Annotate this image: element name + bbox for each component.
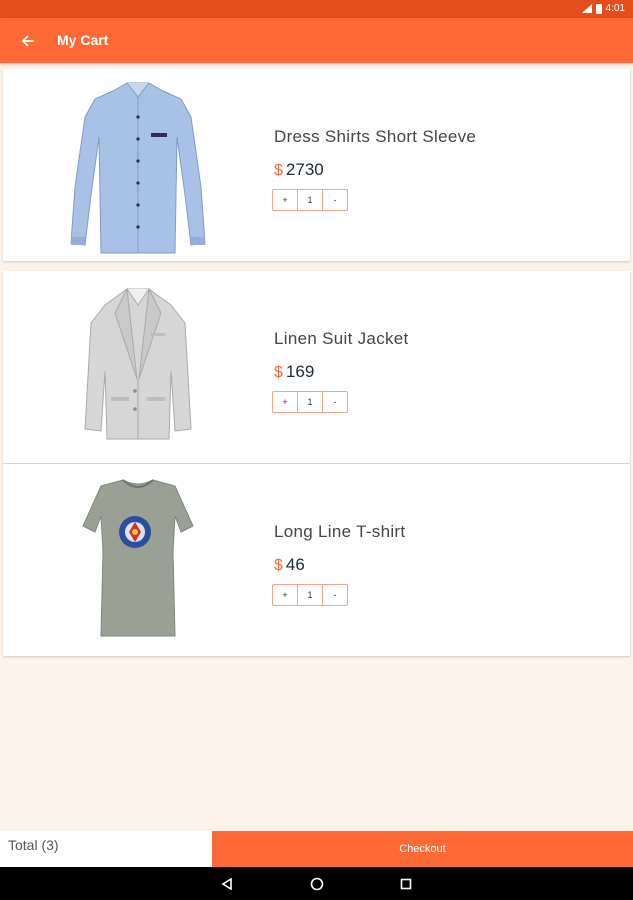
product-price: $169	[274, 362, 314, 382]
product-price: $2730	[274, 160, 324, 180]
currency-symbol: $	[274, 557, 283, 574]
page-title: My Cart	[57, 32, 109, 48]
status-icons: 4:01	[581, 3, 625, 14]
blue-dress-shirt-image	[53, 77, 223, 255]
back-button[interactable]	[16, 29, 40, 53]
battery-icon	[595, 3, 602, 14]
decrease-quantity-button[interactable]: -	[323, 392, 347, 412]
quantity-field[interactable]: 1	[297, 392, 323, 412]
cart-item-long-line-tshirt[interactable]: Long Line T-shirt $46 + 1 -	[3, 464, 630, 656]
product-price: $46	[274, 555, 305, 575]
grey-suit-jacket-image	[53, 279, 223, 457]
price-value: 46	[285, 555, 305, 574]
grey-tshirt-image	[53, 472, 223, 650]
status-bar: 4:01	[0, 0, 633, 18]
clock: 4:01	[605, 3, 625, 14]
nav-home-button[interactable]	[308, 875, 326, 893]
quantity-stepper: + 1 -	[272, 584, 348, 606]
cart-item-linen-suit-jacket[interactable]: Linen Suit Jacket $169 + 1 -	[3, 271, 630, 463]
price-value: 2730	[285, 160, 324, 179]
currency-symbol: $	[274, 162, 283, 179]
system-navigation-bar	[0, 867, 633, 900]
quantity-stepper: + 1 -	[272, 189, 348, 211]
decrease-quantity-button[interactable]: -	[323, 585, 347, 605]
triangle-back-icon	[221, 878, 232, 890]
increase-quantity-button[interactable]: +	[273, 585, 297, 605]
checkout-button[interactable]: Checkout	[212, 831, 633, 867]
increase-quantity-button[interactable]: +	[273, 190, 297, 210]
increase-quantity-button[interactable]: +	[273, 392, 297, 412]
quantity-field[interactable]: 1	[297, 190, 323, 210]
square-recents-icon	[400, 878, 412, 890]
app-bar: My Cart	[0, 18, 633, 63]
product-name: Dress Shirts Short Sleeve	[274, 127, 477, 146]
quantity-field[interactable]: 1	[297, 585, 323, 605]
nav-recents-button[interactable]	[397, 875, 415, 893]
cart-footer: Total (3) Checkout	[0, 831, 633, 867]
price-value: 169	[285, 362, 315, 381]
decrease-quantity-button[interactable]: -	[323, 190, 347, 210]
signal-icon	[581, 4, 592, 13]
nav-back-button[interactable]	[218, 875, 236, 893]
total-label: Total (3)	[8, 837, 59, 853]
circle-home-icon	[310, 877, 324, 891]
total-box: Total (3)	[0, 831, 212, 867]
product-name: Long Line T-shirt	[274, 522, 406, 541]
cart-item-dress-shirt[interactable]: Dress Shirts Short Sleeve $2730 + 1 -	[3, 69, 630, 261]
arrow-back-icon	[21, 35, 34, 47]
currency-symbol: $	[274, 364, 283, 381]
product-name: Linen Suit Jacket	[274, 329, 409, 348]
quantity-stepper: + 1 -	[272, 391, 348, 413]
